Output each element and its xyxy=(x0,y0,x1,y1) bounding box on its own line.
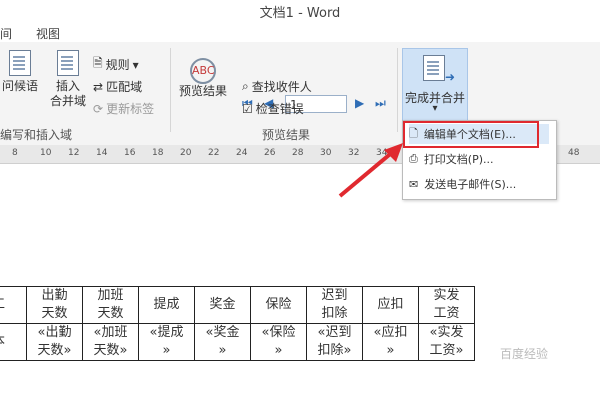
greeting-line-icon xyxy=(9,50,31,76)
ruler-tick: 26 xyxy=(264,148,276,158)
match-fields-icon: ⇄ xyxy=(93,79,104,94)
table-header-cell[interactable]: 应扣 xyxy=(362,286,419,324)
preview-results-button[interactable]: ABC 预览结果 xyxy=(176,58,230,99)
title-bar: 文档1 - Word xyxy=(0,0,600,21)
tab-view[interactable]: 视图 xyxy=(36,25,60,42)
ruler-tick: 30 xyxy=(320,148,332,158)
ribbon-tabs: 间 视图 xyxy=(0,20,600,42)
check-errors-button[interactable]: ☑ 检查错误 xyxy=(242,100,304,117)
menu-item-send-email[interactable]: ✉ 发送电子邮件(S)... xyxy=(409,174,549,194)
table-header-cell[interactable]: 迟到 扣除 xyxy=(306,286,363,324)
merge-field-cell[interactable]: «实发 工资» xyxy=(418,323,475,361)
greeting-line-button[interactable]: 问候语 xyxy=(0,50,40,94)
ruler-tick: 34 xyxy=(376,148,388,158)
merge-field-cell[interactable]: «应扣» xyxy=(362,323,419,361)
group-divider xyxy=(397,48,398,132)
table-header-cell[interactable]: 保险 xyxy=(250,286,307,324)
insert-merge-field-button[interactable]: 插入 合并域 xyxy=(48,50,88,109)
table-row: 本«出勤天数»«加班天数»«提成»«奖金»«保险»«迟到扣除»«应扣»«实发工资… xyxy=(0,323,475,361)
ruler-tick: 18 xyxy=(152,148,164,158)
window-title: 文档1 - Word xyxy=(259,6,341,21)
preview-abc-icon: ABC xyxy=(190,58,216,84)
ruler-tick: 16 xyxy=(124,148,136,158)
merge-table: 工出勤天数加班天数提成奖金保险迟到扣除应扣实发工资本«出勤天数»«加班天数»«提… xyxy=(0,286,475,361)
check-errors-icon: ☑ xyxy=(242,101,253,116)
group-label-preview: 预览结果 xyxy=(262,128,311,142)
ruler-tick: 8 xyxy=(12,148,18,158)
table-header-cell[interactable]: 出勤 天数 xyxy=(26,286,83,324)
ruler-tick: 12 xyxy=(68,148,80,158)
merge-field-cell[interactable]: 本 xyxy=(0,323,27,361)
chevron-down-icon: ▾ xyxy=(132,57,139,72)
ruler-tick: 32 xyxy=(348,148,360,158)
group-divider xyxy=(170,48,171,132)
rules-button[interactable]: 🗎 规则 ▾ xyxy=(93,54,139,75)
table-header-cell[interactable]: 实发 工资 xyxy=(418,286,475,324)
tab-review[interactable]: 间 xyxy=(0,25,12,42)
ruler-tick: 14 xyxy=(96,148,108,158)
table-header-cell[interactable]: 提成 xyxy=(138,286,195,324)
ruler-tick: 28 xyxy=(292,148,304,158)
table-header-cell[interactable]: 奖金 xyxy=(194,286,251,324)
next-record-icon[interactable]: ▶ xyxy=(355,96,364,110)
merge-field-cell[interactable]: «提成» xyxy=(138,323,195,361)
merge-field-cell[interactable]: «迟到 扣除» xyxy=(306,323,363,361)
last-record-icon[interactable]: ⏭ xyxy=(375,96,386,111)
merge-field-cell[interactable]: «出勤 天数» xyxy=(26,323,83,361)
merge-field-cell[interactable]: «加班 天数» xyxy=(82,323,139,361)
chevron-down-icon: ▾ xyxy=(432,103,438,114)
ruler-tick: 22 xyxy=(208,148,220,158)
finish-merge-icon: ➜ xyxy=(423,55,455,85)
match-fields-button[interactable]: ⇄ 匹配域 xyxy=(93,78,142,95)
email-icon: ✉ xyxy=(409,177,419,191)
ruler-tick: 20 xyxy=(180,148,192,158)
group-label-write-insert: 编写和插入域 xyxy=(0,128,73,142)
highlight-box xyxy=(403,121,539,148)
merge-field-icon xyxy=(57,50,79,76)
table-header-cell[interactable]: 加班 天数 xyxy=(82,286,139,324)
table-row: 工出勤天数加班天数提成奖金保险迟到扣除应扣实发工资 xyxy=(0,286,475,324)
find-recipient-button[interactable]: ⌕ 查找收件人 xyxy=(242,78,312,95)
ruler-tick: 48 xyxy=(568,148,580,158)
finish-merge-button[interactable]: ➜ 完成并合并 ▾ xyxy=(402,48,468,122)
print-icon: ⎙ xyxy=(409,152,418,165)
rules-icon: 🗎 xyxy=(93,56,103,70)
update-labels-icon: ⟳ xyxy=(93,101,104,116)
menu-item-print-documents[interactable]: ⎙ 打印文档(P)... xyxy=(409,149,549,169)
merge-field-cell[interactable]: «保险» xyxy=(250,323,307,361)
update-labels-button[interactable]: ⟳ 更新标签 xyxy=(93,100,154,117)
search-icon: ⌕ xyxy=(242,79,249,93)
merge-field-cell[interactable]: «奖金» xyxy=(194,323,251,361)
watermark: 百度经验 xyxy=(500,347,549,361)
ruler-tick: 24 xyxy=(236,148,248,158)
ruler-tick: 10 xyxy=(40,148,52,158)
table-header-cell[interactable]: 工 xyxy=(0,286,27,324)
